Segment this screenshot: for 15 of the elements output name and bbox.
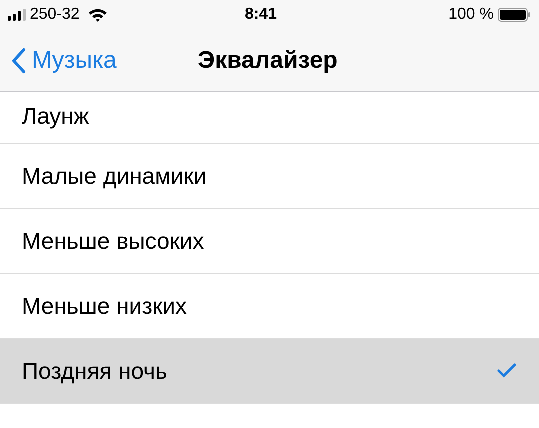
back-button[interactable]: Музыка <box>0 42 117 78</box>
clock-text: 8:41 <box>245 5 278 25</box>
list-row[interactable]: Поздняя ночь <box>0 339 539 404</box>
screen-title: Эквалайзер <box>198 46 338 76</box>
row-label: Лаунж <box>22 102 90 131</box>
carrier-text: 250-32 <box>30 5 80 25</box>
row-label: Меньше высоких <box>22 226 204 256</box>
battery-text: 100 % <box>448 5 494 25</box>
chevron-left-icon <box>12 48 26 74</box>
row-label: Малые динамики <box>22 162 207 191</box>
signal-icon <box>8 9 27 21</box>
battery-icon <box>498 8 531 22</box>
row-label: Поздняя ночь <box>22 356 168 386</box>
row-label: Меньше низких <box>22 292 188 321</box>
wifi-icon <box>88 8 108 22</box>
